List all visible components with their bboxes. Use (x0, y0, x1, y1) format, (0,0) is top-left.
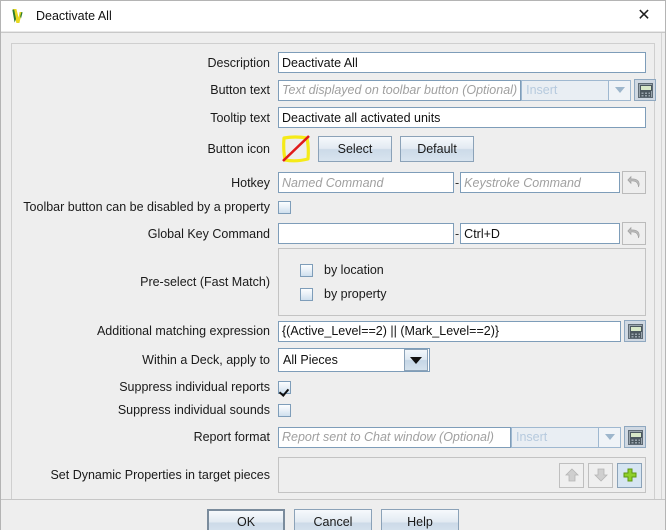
report-format-label: Report format (193, 430, 270, 444)
no-icon-yellow-slash-icon (278, 134, 318, 164)
toolbar-disable-label: Toolbar button can be disabled by a prop… (23, 200, 270, 214)
dialog-footer: OK Cancel Help (1, 499, 665, 530)
tooltip-text-label: Tooltip text (210, 110, 270, 125)
title-bar: Deactivate All ✕ (1, 1, 665, 32)
move-up-button[interactable] (559, 462, 584, 488)
calculator-icon (627, 323, 643, 339)
button-text-row: Button text Text displayed on toolbar bu… (20, 79, 657, 101)
description-row: Description Deactivate All (20, 52, 646, 73)
chevron-down-icon[interactable] (599, 426, 621, 448)
report-format-insert-select[interactable]: Insert (511, 426, 599, 448)
preselect-by-property-row[interactable]: by property (289, 282, 635, 306)
report-format-calculator-button[interactable] (624, 426, 646, 448)
description-input[interactable]: Deactivate All (278, 52, 646, 73)
suppress-sounds-label: Suppress individual sounds (117, 403, 270, 417)
tooltip-text-row: Tooltip text Deactivate all activated un… (20, 107, 646, 128)
toolbar-disable-row: Toolbar button can be disabled by a prop… (20, 200, 646, 214)
dynamic-properties-label: Set Dynamic Properties in target pieces (50, 468, 270, 482)
description-label: Description (207, 55, 270, 70)
within-deck-label: Within a Deck, apply to (142, 353, 270, 367)
button-text-insert-select[interactable]: Insert (521, 79, 610, 101)
close-icon[interactable]: ✕ (629, 2, 659, 30)
calculator-icon (627, 429, 643, 445)
add-dynamic-property-button[interactable] (617, 462, 642, 488)
report-format-input[interactable]: Report sent to Chat window (Optional) (278, 426, 511, 448)
plus-icon (623, 468, 636, 482)
preselect-by-property-label: by property (324, 287, 387, 301)
hotkey-keystroke-input[interactable]: Keystroke Command (460, 172, 620, 193)
preselect-by-property-checkbox[interactable] (300, 287, 313, 301)
ok-button[interactable]: OK (207, 508, 285, 530)
suppress-sounds-row: Suppress individual sounds (20, 403, 646, 417)
hotkey-undo-button[interactable] (622, 171, 646, 194)
report-format-row: Report format Report sent to Chat window… (20, 426, 646, 448)
preselect-by-location-label: by location (324, 263, 384, 277)
within-deck-select[interactable]: All Pieces (278, 348, 430, 372)
dynamic-properties-list[interactable] (278, 457, 646, 493)
window-title: Deactivate All (36, 9, 112, 23)
form-container: Description Deactivate All Button text T… (11, 43, 657, 499)
matching-expression-calculator-button[interactable] (624, 320, 646, 342)
hotkey-label: Hotkey (231, 175, 270, 190)
arrow-down-icon (593, 468, 608, 482)
matching-expression-label: Additional matching expression (96, 324, 270, 338)
global-key-command-label: Global Key Command (147, 226, 270, 241)
button-text-calculator-button[interactable] (634, 79, 657, 101)
cancel-button[interactable]: Cancel (294, 508, 372, 530)
toolbar-disable-checkbox[interactable] (278, 200, 291, 214)
dynamic-properties-row: Set Dynamic Properties in target pieces (20, 457, 646, 493)
deactivate-all-dialog: Deactivate All ✕ Description Deactivate … (0, 0, 666, 530)
preselect-by-location-checkbox[interactable] (300, 263, 313, 277)
matching-expression-input[interactable]: {(Active_Level==2) || (Mark_Level==2)} (278, 320, 621, 342)
button-text-input[interactable]: Text displayed on toolbar button (Option… (278, 79, 522, 101)
global-key-undo-button[interactable] (622, 222, 646, 245)
vassal-logo-icon (10, 7, 28, 25)
button-icon-row: Button icon Select Default (20, 134, 646, 164)
global-key-keystroke-input[interactable]: Ctrl+D (460, 223, 620, 244)
button-text-label: Button text (210, 83, 270, 97)
suppress-reports-checkbox[interactable] (278, 380, 291, 394)
default-icon-button[interactable]: Default (400, 136, 474, 162)
preselect-panel: by location by property (278, 248, 646, 316)
hotkey-named-command-input[interactable]: Named Command (278, 172, 454, 193)
suppress-sounds-checkbox[interactable] (278, 403, 291, 417)
chevron-down-icon[interactable] (609, 79, 632, 101)
global-key-named-input[interactable] (278, 223, 454, 244)
dialog-body: Description Deactivate All Button text T… (1, 32, 665, 499)
preselect-by-location-row[interactable]: by location (289, 258, 635, 282)
suppress-reports-label: Suppress individual reports (119, 380, 270, 394)
tooltip-text-input[interactable]: Deactivate all activated units (278, 107, 646, 128)
help-button[interactable]: Help (381, 508, 459, 530)
preselect-row: Pre-select (Fast Match) by location by p… (20, 248, 646, 316)
right-edge-filler (661, 33, 665, 499)
within-deck-selected-value: All Pieces (283, 353, 338, 367)
move-down-button[interactable] (588, 462, 613, 488)
chevron-down-icon[interactable] (404, 349, 428, 371)
button-icon-label: Button icon (207, 142, 270, 156)
preselect-label: Pre-select (Fast Match) (140, 275, 270, 289)
hotkey-row: Hotkey Named Command - Keystroke Command (20, 171, 646, 194)
undo-arrow-icon (626, 175, 639, 188)
select-icon-button[interactable]: Select (318, 136, 392, 162)
arrow-up-icon (564, 468, 579, 482)
global-key-command-row: Global Key Command - Ctrl+D (20, 222, 646, 245)
calculator-icon (637, 82, 653, 98)
suppress-reports-row: Suppress individual reports (20, 380, 646, 394)
within-deck-row: Within a Deck, apply to All Pieces (20, 348, 646, 372)
matching-expression-row: Additional matching expression {(Active_… (20, 320, 646, 342)
undo-arrow-icon (626, 226, 639, 239)
